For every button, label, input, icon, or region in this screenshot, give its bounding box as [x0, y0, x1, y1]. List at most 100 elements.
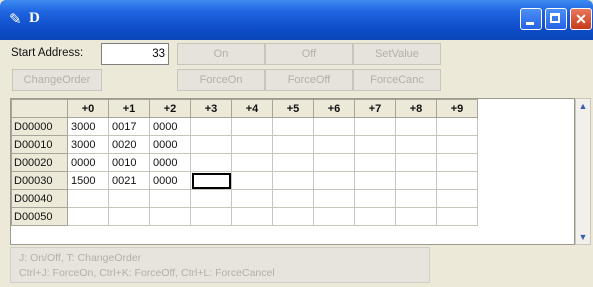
memory-cell[interactable] — [190, 207, 232, 226]
memory-cell[interactable] — [313, 117, 355, 136]
window-title: D — [29, 10, 40, 26]
memory-cell[interactable]: 0021 — [108, 171, 150, 190]
set-value-button[interactable]: SetValue — [353, 43, 441, 65]
memory-cell[interactable]: 0017 — [108, 117, 150, 136]
pencil-icon: ✎ — [9, 11, 22, 28]
memory-cell[interactable] — [190, 171, 232, 190]
vertical-scrollbar[interactable]: ▲ ▼ — [575, 98, 591, 245]
memory-cell[interactable] — [149, 207, 191, 226]
memory-cell[interactable]: 0000 — [149, 117, 191, 136]
minimize-button[interactable] — [520, 8, 542, 30]
memory-cell[interactable] — [354, 189, 396, 208]
memory-window: ✎ D ✕ Start Address: 33 On Off SetValue … — [0, 0, 593, 287]
memory-cell[interactable] — [354, 171, 396, 190]
memory-cell[interactable] — [190, 189, 232, 208]
memory-cell[interactable] — [231, 135, 273, 154]
force-on-button[interactable]: ForceOn — [177, 69, 265, 91]
grid-row: D00030 1500 0021 0000 — [11, 171, 478, 190]
memory-cell[interactable] — [436, 171, 478, 190]
memory-cell[interactable] — [354, 135, 396, 154]
memory-cell[interactable]: 3000 — [67, 135, 109, 154]
shortcut-help-line-2: Ctrl+J: ForceOn, Ctrl+K: ForceOff, Ctrl+… — [19, 267, 275, 279]
column-header: +8 — [395, 99, 437, 118]
column-header: +9 — [436, 99, 478, 118]
scroll-down-icon[interactable]: ▼ — [576, 230, 590, 244]
grid-row: D00020 0000 0010 0000 — [11, 153, 478, 172]
memory-cell[interactable] — [354, 153, 396, 172]
memory-cell[interactable] — [313, 189, 355, 208]
memory-cell[interactable]: 0000 — [67, 153, 109, 172]
memory-cell[interactable] — [272, 135, 314, 154]
memory-cell[interactable] — [395, 135, 437, 154]
memory-cell[interactable]: 1500 — [67, 171, 109, 190]
memory-cell[interactable] — [395, 207, 437, 226]
column-header: +7 — [354, 99, 396, 118]
memory-cell[interactable]: 0000 — [149, 171, 191, 190]
memory-cell[interactable] — [231, 153, 273, 172]
row-address-header: D00020 — [11, 153, 68, 172]
memory-cell[interactable] — [436, 135, 478, 154]
shortcut-help-line-1: J: On/Off, T: ChangeOrder — [19, 252, 142, 264]
memory-cell[interactable] — [313, 171, 355, 190]
off-button[interactable]: Off — [265, 43, 353, 65]
column-header: +1 — [108, 99, 150, 118]
change-order-button[interactable]: ChangeOrder — [12, 69, 102, 91]
memory-cell[interactable] — [190, 153, 232, 172]
memory-cell[interactable] — [67, 207, 109, 226]
memory-cell[interactable] — [313, 153, 355, 172]
column-header: +6 — [313, 99, 355, 118]
memory-cell[interactable] — [272, 153, 314, 172]
memory-cell[interactable] — [149, 189, 191, 208]
shortcut-help-panel: J: On/Off, T: ChangeOrder Ctrl+J: ForceO… — [10, 247, 430, 283]
memory-cell[interactable] — [190, 135, 232, 154]
memory-cell[interactable] — [395, 117, 437, 136]
on-button[interactable]: On — [177, 43, 265, 65]
memory-cell[interactable] — [190, 117, 232, 136]
memory-cell[interactable] — [436, 207, 478, 226]
memory-cell[interactable] — [231, 171, 273, 190]
start-address-label: Start Address: — [11, 47, 84, 59]
grid-row: D00050 — [11, 207, 478, 226]
memory-cell[interactable] — [313, 135, 355, 154]
memory-cell[interactable] — [436, 189, 478, 208]
grid-row: D00040 — [11, 189, 478, 208]
memory-cell[interactable] — [67, 189, 109, 208]
title-bar[interactable]: ✎ D ✕ — [0, 0, 593, 40]
start-address-input[interactable]: 33 — [101, 43, 169, 65]
close-button[interactable]: ✕ — [570, 8, 592, 30]
maximize-button[interactable] — [545, 8, 567, 30]
memory-cell[interactable] — [272, 117, 314, 136]
force-off-button[interactable]: ForceOff — [265, 69, 353, 91]
memory-cell[interactable] — [395, 189, 437, 208]
grid-corner-cell — [11, 99, 68, 118]
memory-cell[interactable] — [354, 117, 396, 136]
memory-cell[interactable]: 0020 — [108, 135, 150, 154]
memory-cell[interactable] — [272, 189, 314, 208]
memory-cell[interactable]: 0000 — [149, 135, 191, 154]
memory-cell[interactable] — [108, 207, 150, 226]
row-address-header: D00000 — [11, 117, 68, 136]
memory-cell[interactable] — [231, 117, 273, 136]
minimize-icon — [526, 22, 534, 25]
scroll-up-icon[interactable]: ▲ — [576, 99, 590, 113]
grid-row: D00010 3000 0020 0000 — [11, 135, 478, 154]
memory-cell[interactable] — [395, 153, 437, 172]
memory-cell[interactable]: 0010 — [108, 153, 150, 172]
memory-cell[interactable] — [272, 171, 314, 190]
memory-cell[interactable]: 0000 — [149, 153, 191, 172]
memory-cell[interactable] — [231, 207, 273, 226]
memory-cell[interactable] — [108, 189, 150, 208]
row-address-header: D00030 — [11, 171, 68, 190]
close-icon: ✕ — [575, 11, 587, 27]
force-cancel-button[interactable]: ForceCanc — [353, 69, 441, 91]
memory-cell[interactable]: 3000 — [67, 117, 109, 136]
memory-cell[interactable] — [354, 207, 396, 226]
memory-cell[interactable] — [395, 171, 437, 190]
maximize-icon — [550, 13, 560, 23]
memory-cell[interactable] — [231, 189, 273, 208]
memory-cell[interactable] — [313, 207, 355, 226]
memory-cell[interactable] — [436, 117, 478, 136]
column-header: +4 — [231, 99, 273, 118]
memory-cell[interactable] — [272, 207, 314, 226]
memory-cell[interactable] — [436, 153, 478, 172]
